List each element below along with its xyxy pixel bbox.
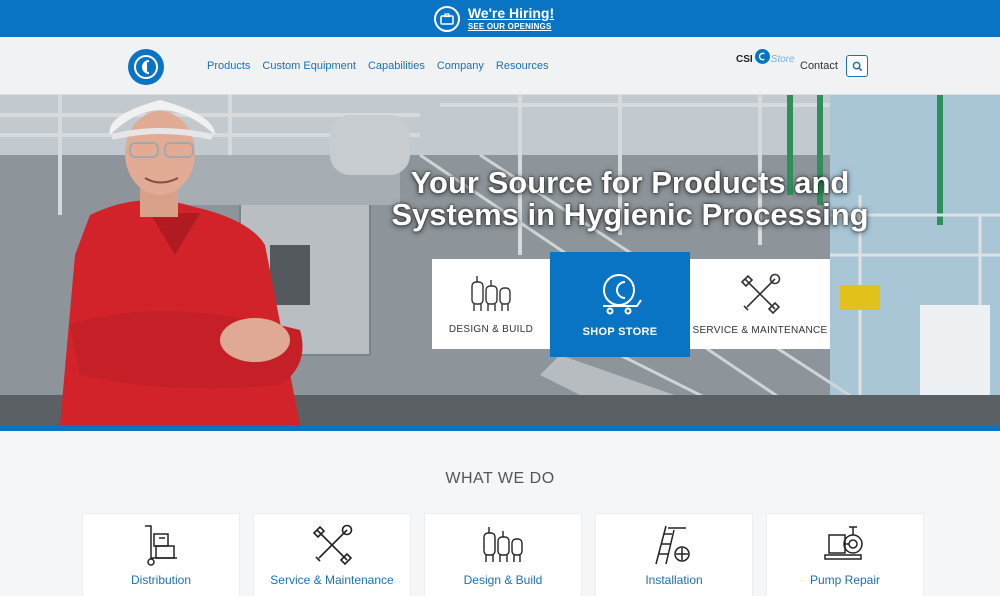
- service-label-installation: Installation: [645, 573, 703, 587]
- service-label-design-build: Design & Build: [463, 573, 543, 587]
- nav-capabilities[interactable]: Capabilities: [368, 60, 425, 72]
- store-logo-icon: [754, 49, 770, 64]
- nav-resources[interactable]: Resources: [496, 60, 549, 72]
- design-build-card[interactable]: DESIGN & BUILD: [432, 259, 550, 349]
- see-openings-link[interactable]: SEE OUR OPENINGS: [468, 23, 554, 31]
- hiring-banner[interactable]: We're Hiring! SEE OUR OPENINGS: [0, 0, 1000, 37]
- csi-store-prefix: CSI: [736, 54, 753, 65]
- main-nav: Products Custom Equipment Capabilities C…: [207, 60, 549, 72]
- search-icon: [852, 61, 862, 71]
- service-maintenance-card[interactable]: SERVICE & MAINTENANCE: [690, 259, 830, 349]
- service-card-design-build[interactable]: Design & Build: [424, 513, 582, 596]
- shop-store-card[interactable]: SHOP STORE: [550, 252, 690, 357]
- hiring-title[interactable]: We're Hiring!: [468, 6, 554, 20]
- hero-section: Your Source for Products and Systems in …: [0, 95, 1000, 425]
- csi-store-link[interactable]: CSI Store: [736, 49, 795, 65]
- nav-products[interactable]: Products: [207, 60, 250, 72]
- service-card-pump-repair[interactable]: Pump Repair: [766, 513, 924, 596]
- hero-divider: [0, 425, 1000, 431]
- nav-custom-equipment[interactable]: Custom Equipment: [262, 60, 356, 72]
- briefcase-icon: [433, 5, 460, 32]
- nav-company[interactable]: Company: [437, 60, 484, 72]
- search-button[interactable]: [846, 55, 868, 77]
- hand-truck-icon: [145, 525, 177, 566]
- pump-icon: [824, 526, 863, 560]
- ladder-icon: [655, 525, 690, 565]
- hero-title: Your Source for Products and Systems in …: [391, 165, 869, 232]
- nav-contact[interactable]: Contact: [800, 60, 838, 72]
- service-label-pump-repair: Pump Repair: [809, 573, 881, 587]
- tools-icon: [740, 273, 781, 314]
- service-maintenance-card-label: SERVICE & MAINTENANCE: [692, 324, 828, 336]
- service-card-distribution[interactable]: Distribution: [82, 513, 240, 596]
- service-label-service-maintenance: Service & Maintenance: [270, 573, 394, 587]
- shop-store-card-label: SHOP STORE: [582, 325, 658, 338]
- tanks-icon: [471, 275, 511, 311]
- tools-icon: [312, 524, 353, 566]
- site-header: Products Custom Equipment Capabilities C…: [0, 37, 1000, 95]
- csi-store-word: Store: [770, 54, 795, 65]
- service-card-service-maintenance[interactable]: Service & Maintenance: [253, 513, 411, 596]
- service-label-distribution: Distribution: [130, 573, 192, 587]
- service-card-installation[interactable]: Installation: [595, 513, 753, 596]
- csi-logo[interactable]: [128, 49, 164, 85]
- hiring-link[interactable]: We're Hiring! SEE OUR OPENINGS: [433, 5, 554, 32]
- what-we-do-heading: WHAT WE DO: [445, 470, 555, 487]
- design-build-card-label: DESIGN & BUILD: [448, 323, 534, 335]
- tanks-icon: [483, 527, 523, 562]
- store-cart-icon: [603, 273, 642, 314]
